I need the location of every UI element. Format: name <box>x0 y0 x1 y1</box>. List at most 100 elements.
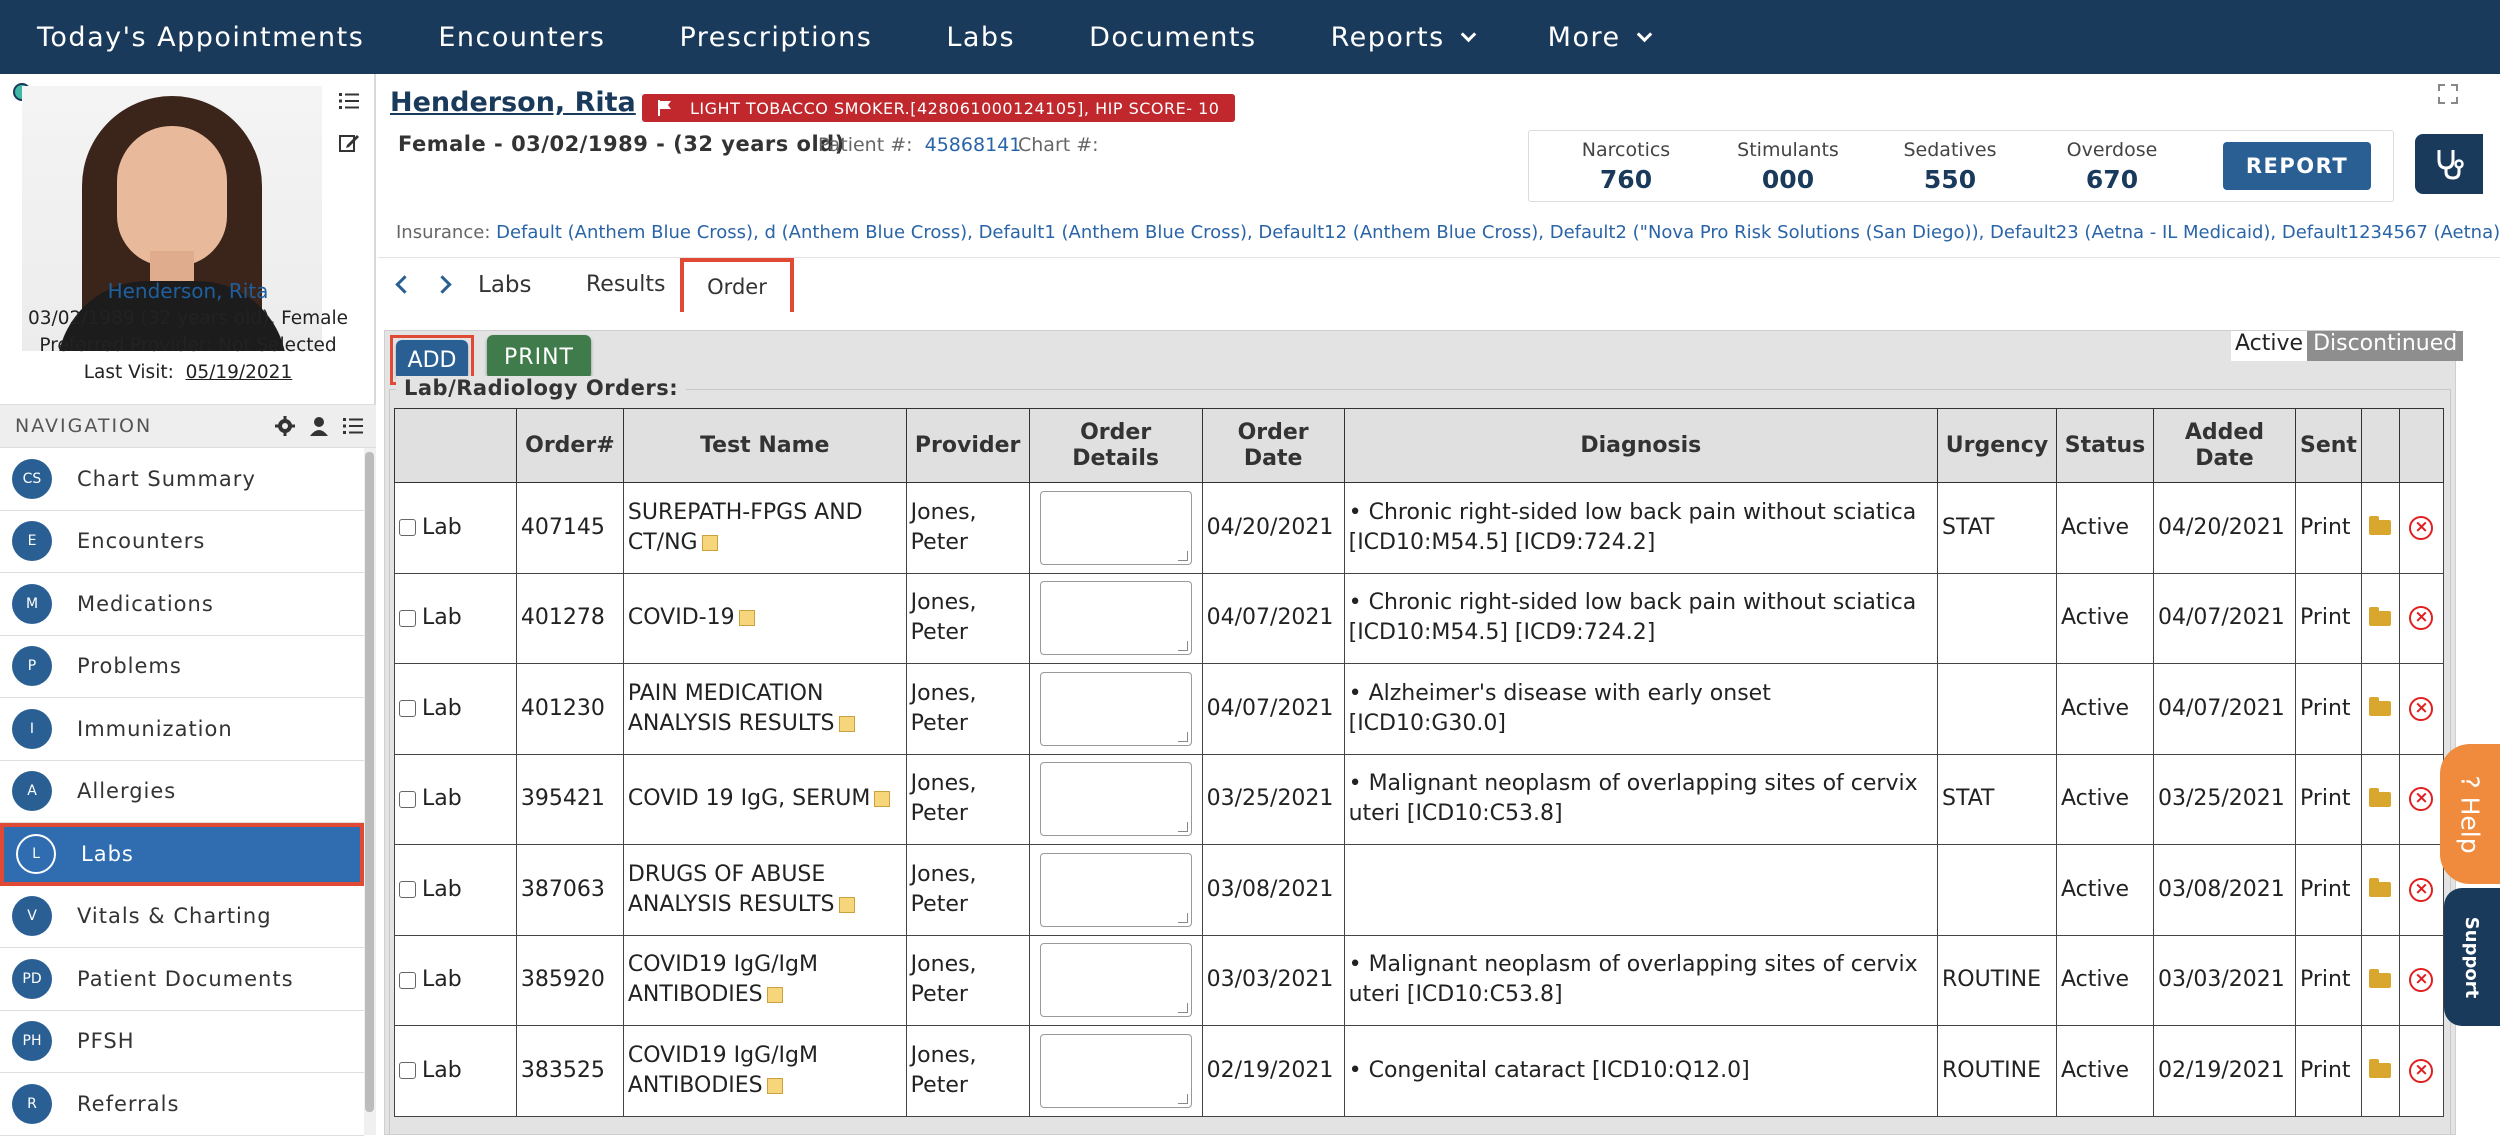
row-checkbox[interactable] <box>399 881 416 899</box>
expand-icon[interactable] <box>2438 84 2458 104</box>
topnav-todays-appointments[interactable]: Today's Appointments <box>37 22 364 53</box>
row-checkbox[interactable] <box>399 519 416 537</box>
folder-icon[interactable] <box>2369 787 2392 807</box>
nav-item-medications[interactable]: M Medications <box>0 573 364 636</box>
note-icon[interactable] <box>874 791 891 808</box>
note-icon[interactable] <box>738 610 755 627</box>
table-row[interactable]: Lab 395421 COVID 19 IgG, SERUM Jones, Peter… <box>394 753 2445 845</box>
alert-badge[interactable]: LIGHT TOBACCO SMOKER.[428061000124105], … <box>642 94 1236 122</box>
column-header <box>2360 408 2400 483</box>
topnav-labs[interactable]: Labs <box>946 22 1015 53</box>
sent: Print <box>2294 572 2362 664</box>
delete-icon[interactable]: × <box>2409 696 2434 721</box>
delete-icon[interactable]: × <box>2409 515 2434 540</box>
tab-results[interactable]: Results <box>586 272 665 297</box>
note-icon[interactable] <box>766 987 783 1004</box>
folder-icon[interactable] <box>2369 516 2392 536</box>
column-header[interactable]: Added Date <box>2152 408 2296 483</box>
provider: Jones, Peter <box>905 844 1030 936</box>
table-row[interactable]: Lab 401278 COVID-19 Jones, Peter 04/07/2021 •… <box>394 572 2445 664</box>
table-row[interactable]: Lab 401230 PAIN MEDICATION ANALYSIS RESULT… <box>394 663 2445 755</box>
note-icon[interactable] <box>838 896 855 913</box>
nav-item-patient-documents[interactable]: PD Patient Documents <box>0 948 364 1011</box>
row-checkbox[interactable] <box>399 790 416 808</box>
row-checkbox[interactable] <box>399 971 416 989</box>
toggle-discontinued[interactable]: Discontinued <box>2307 331 2464 361</box>
column-header[interactable]: Order Date <box>1201 408 1345 483</box>
note-icon[interactable] <box>838 715 855 732</box>
folder-icon[interactable] <box>2369 878 2392 898</box>
status: Active <box>2055 663 2154 755</box>
note-icon[interactable] <box>766 1077 783 1094</box>
flag-icon <box>658 100 671 116</box>
sent: Print <box>2294 934 2362 1026</box>
folder-icon[interactable] <box>2369 1059 2392 1079</box>
row-checkbox[interactable] <box>399 1062 416 1080</box>
order-details-textarea[interactable] <box>1039 943 1192 1018</box>
tab-order[interactable]: Order <box>680 258 794 312</box>
nav-badge: E <box>12 521 52 562</box>
order-details-textarea[interactable] <box>1039 671 1192 746</box>
table-row[interactable]: Lab 407145 SUREPATH-FPGS AND CT/NG Jones, P… <box>394 482 2445 574</box>
nav-item-allergies[interactable]: A Allergies <box>0 761 364 823</box>
delete-icon[interactable]: × <box>2409 606 2434 631</box>
last-visit-date[interactable]: 05/19/2021 <box>186 362 293 383</box>
nav-item-problems[interactable]: P Problems <box>0 636 364 698</box>
folder-icon[interactable] <box>2369 606 2392 626</box>
nav-item-encounters[interactable]: E Encounters <box>0 511 364 573</box>
table-row[interactable]: Lab 387063 DRUGS OF ABUSE ANALYSIS RESULTS… <box>394 844 2445 936</box>
order-details-textarea[interactable] <box>1039 490 1192 565</box>
row-checkbox[interactable] <box>399 609 416 627</box>
order-details-textarea[interactable] <box>1039 1033 1192 1108</box>
report-button[interactable]: REPORT <box>2223 142 2371 190</box>
table-row[interactable]: Lab 383525 COVID19 IgG/IgM ANTIBODIES Jones… <box>394 1025 2445 1117</box>
toggle-active[interactable]: Active <box>2231 331 2308 361</box>
column-header[interactable]: Urgency <box>1937 408 2057 483</box>
nav-badge: L <box>16 834 56 875</box>
delete-icon[interactable]: × <box>2409 787 2434 812</box>
gear-icon[interactable] <box>274 415 296 437</box>
list-icon[interactable] <box>338 90 360 112</box>
nav-item-vitals-charting[interactable]: V Vitals & Charting <box>0 886 364 948</box>
help-button[interactable]: ? Help <box>2440 744 2500 884</box>
sidebar-scroll-thumb[interactable] <box>365 452 374 1112</box>
topnav-reports[interactable]: Reports <box>1331 22 1476 53</box>
support-button[interactable]: Support <box>2444 888 2500 1026</box>
chevron-left-icon[interactable] <box>395 275 414 294</box>
stethoscope-button[interactable] <box>2415 134 2483 194</box>
topnav-prescriptions[interactable]: Prescriptions <box>679 22 872 53</box>
column-header[interactable]: Provider <box>905 408 1030 483</box>
edit-icon[interactable] <box>338 132 360 154</box>
add-button[interactable]: ADD <box>396 340 468 380</box>
delete-icon[interactable]: × <box>2409 968 2434 993</box>
nav-item-immunization[interactable]: I Immunization <box>0 698 364 761</box>
order-details-textarea[interactable] <box>1039 852 1192 927</box>
nav-item-chart-summary[interactable]: CS Chart Summary <box>0 448 364 511</box>
print-button[interactable]: PRINT <box>487 335 591 379</box>
patient-number-value[interactable]: 45868141 <box>925 134 1022 156</box>
order-details-textarea[interactable] <box>1039 581 1192 656</box>
nav-item-referrals[interactable]: R Referrals <box>0 1073 364 1136</box>
delete-icon[interactable]: × <box>2409 877 2434 902</box>
user-icon[interactable] <box>308 415 330 437</box>
column-header[interactable]: Order# <box>515 408 624 483</box>
row-checkbox[interactable] <box>399 700 416 718</box>
patient-name-link[interactable]: Henderson, Rita <box>0 278 376 305</box>
delete-icon[interactable]: × <box>2409 1058 2434 1083</box>
nav-item-pfsh[interactable]: PH PFSH <box>0 1011 364 1073</box>
folder-icon[interactable] <box>2369 697 2392 717</box>
note-icon[interactable] <box>701 534 718 551</box>
patient-name-title[interactable]: Henderson, Rita <box>390 87 636 118</box>
column-header[interactable]: Test Name <box>622 408 907 483</box>
order-details-textarea[interactable] <box>1039 762 1192 837</box>
insurance-value[interactable]: Default (Anthem Blue Cross), d (Anthem B… <box>496 222 2500 243</box>
column-header[interactable]: Status <box>2055 408 2154 483</box>
folder-icon[interactable] <box>2369 968 2392 988</box>
topnav-documents[interactable]: Documents <box>1089 22 1256 53</box>
table-row[interactable]: Lab 385920 COVID19 IgG/IgM ANTIBODIES Jones… <box>394 934 2445 1026</box>
list-icon[interactable] <box>342 415 364 437</box>
chevron-right-icon[interactable] <box>433 275 452 294</box>
topnav-more[interactable]: More <box>1548 22 1652 53</box>
nav-item-labs[interactable]: L Labs <box>0 823 364 886</box>
topnav-encounters[interactable]: Encounters <box>438 22 605 53</box>
